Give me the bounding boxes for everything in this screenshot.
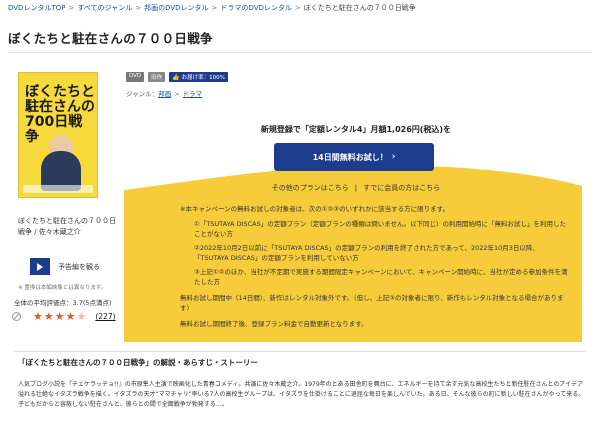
description-text: 人気ブログ小説を『チェケラッチョ!!』の市原隼人主演で映画化した青春コメディ。共… [18,381,585,408]
star-icon: ★ [54,310,65,323]
conditions-lead: ※本キャンペーンの無料お試しの対象者は、次の①②③のいずれかに該当する方に限りま… [180,205,449,213]
product-tags: DVD 旧作 👍 お届け率：100% [126,72,228,82]
star-icon: ★ [43,310,54,323]
delivery-rate-badge: 👍 お届け率：100% [169,72,228,82]
plan-links: その他のプランはこちら | すでに会員の方はこちら [130,183,582,193]
play-icon [30,258,50,275]
member-login-link[interactable]: すでに会員の方はこちら [363,184,440,192]
genre-label: ジャンル： [126,90,159,98]
cover-image[interactable]: ぼくたちと駐在さんの700日戦争 [18,72,98,198]
delivery-rate-text: お届け率：100% [181,75,225,81]
genre-separator: > [174,90,180,98]
campaign-conditions: ※本キャンペーンの無料お試しの対象者は、次の①②③のいずれかに該当する方に限りま… [180,204,570,329]
format-badge: DVD [126,72,145,82]
average-rating: 全体の平均評価点：3.7(5点満点) [14,299,112,307]
link-divider: | [354,184,358,192]
genre-line: ジャンル：邦画 > ドラマ [126,88,202,98]
auto-renewal-note: 無料お試し期間終了後、登録プラン料金で自動更新となります。 [180,320,368,328]
trailer-note: ※ 置換は本編映像とは異なります。 [18,285,107,291]
genre-link-japanese-film[interactable]: 邦画 [158,90,171,98]
breadcrumb-link-japanese-films[interactable]: 邦画のDVDレンタル [144,4,208,12]
breadcrumb-current: ぼくたちと駐在さんの７００日戦争 [303,4,416,12]
free-trial-label: 14日間無料お試し！ [312,152,388,162]
description-divider [14,351,586,352]
trial-new-release-note: 無料お試し期間中（14日間）、新作はレンタル対象外です。（但し、上記③の対象者に… [180,294,564,312]
title-divider [8,52,592,53]
cover-caption: ぼくたちと駐在さんの７００日戦争 / 佐々木蔵之介 [18,217,116,236]
breadcrumb-separator: > [135,4,142,12]
star-icon: ★ [33,310,43,323]
other-plans-link[interactable]: その他のプランはこちら [272,184,349,192]
review-count-link[interactable]: (227) [95,312,115,321]
breadcrumb-link-top[interactable]: DVDレンタルTOP [8,4,65,12]
trailer-button[interactable]: 予告編を観る [30,258,100,275]
condition-item: ①「TSUTAYA DISCAS」の定額プラン（定額プランの種類は問いません。以… [194,220,567,238]
breadcrumb-link-all-genres[interactable]: すべてのジャンル [77,4,132,12]
not-interested-icon[interactable] [12,312,21,321]
chevron-right-icon: › [391,152,396,162]
cover-credits-strip [23,185,93,193]
star-icon: ★ [65,310,76,323]
trailer-label: 予告編を観る [58,262,100,271]
release-type-badge: 旧作 [148,72,166,82]
free-trial-button[interactable]: 14日間無料お試し！ › [274,143,434,171]
promo-heading: 新規登録で「定額レンタル4」月額1,026円(税込)を [260,125,452,134]
genre-link-drama[interactable]: ドラマ [183,90,203,98]
description-title: 「ぼくたちと駐在さんの７００日戦争」の解説・あらすじ・ストーリー [18,358,258,367]
breadcrumb-link-drama[interactable]: ドラマのDVDレンタル [220,4,291,12]
page-title: ぼくたちと駐在さんの７００日戦争 [8,31,213,46]
breadcrumb-separator: > [68,4,75,12]
rating-stars-row: ★ ★ ★ ★ ★ (227) [12,311,116,322]
breadcrumb: DVDレンタルTOP > すべてのジャンル > 邦画のDVDレンタル > ドラマのDVDレン… [8,3,416,13]
breadcrumb-separator: > [211,4,218,12]
thumbs-up-icon: 👍 [172,73,180,81]
breadcrumb-separator: > [294,4,301,12]
condition-item: ②2022年10月2日以前に「TSUTAYA DISCAS」の定額プランの利用を… [194,244,539,262]
star-empty-icon: ★ [76,310,87,323]
condition-item: ③上記①②のほか、当社が不定期で実施する期間限定キャンペーンにおいて、キャンペー… [194,268,568,286]
